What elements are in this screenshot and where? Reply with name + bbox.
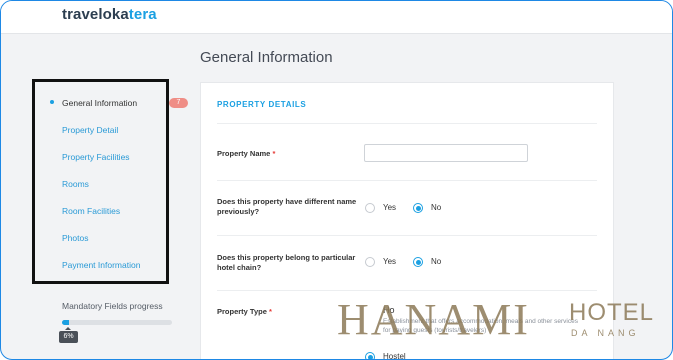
traveloka-tera-logo[interactable]: travelokatera [62,6,157,23]
hotel-chain-yes-label: Yes [383,257,397,266]
sidebar-item-room-facilities[interactable]: Room Facilities [62,206,120,216]
divider [217,290,597,291]
sidebar-item-property-facilities[interactable]: Property Facilities [62,152,130,162]
watermark-main-text: HANAMI [337,295,530,344]
sidebar-item-rooms[interactable]: Rooms [62,179,89,189]
hotel-chain-no-radio[interactable] [413,257,423,267]
divider [217,180,597,181]
progress-bar [62,320,172,325]
progress-tooltip: 6% [59,327,78,343]
different-name-yes-label: Yes [383,203,397,212]
sidebar-item-general-information[interactable]: General Information [62,98,137,108]
different-name-question: Does this property have different name p… [217,197,357,216]
property-type-hostel-label: Hostel [383,352,406,360]
logo-main-text: traveloka [62,6,129,23]
top-bar: travelokatera [1,1,672,34]
different-name-no-label: No [431,203,442,212]
page-title: General Information [200,49,333,66]
property-name-label-text: Property Name [217,149,271,158]
property-type-label-text: Property Type [217,307,267,316]
section-title: PROPERTY DETAILS [217,100,307,109]
property-type-label: Property Type * [217,307,357,317]
property-name-label: Property Name * [217,149,357,159]
hotel-chain-no-label: No [431,257,442,266]
divider [217,235,597,236]
sidebar-item-photos[interactable]: Photos [62,233,88,243]
hanami-hotel-watermark: HANAMI HOTEL DA NANG [337,298,667,348]
logo-accent-text: tera [128,6,157,23]
required-mark: * [268,307,272,316]
different-name-yes-radio[interactable] [365,203,375,213]
property-name-input[interactable] [364,144,528,162]
progress-bar-fill [62,320,69,325]
watermark-hotel-text: HOTEL [569,299,655,326]
progress-label: Mandatory Fields progress [62,301,163,311]
watermark-city-text: DA NANG [571,328,640,338]
sidebar-item-property-detail[interactable]: Property Detail [62,125,118,135]
property-type-hostel-radio[interactable] [365,352,375,359]
different-name-no-radio[interactable] [413,203,423,213]
hotel-chain-yes-radio[interactable] [365,257,375,267]
required-mark: * [272,149,276,158]
sidebar-nav [32,79,169,284]
app-window: travelokatera General Information Genera… [0,0,673,360]
pending-count-badge: 7 [169,98,188,108]
active-indicator-dot [50,100,54,104]
divider [217,123,597,124]
hotel-chain-question: Does this property belong to particular … [217,253,356,272]
sidebar-item-payment-information[interactable]: Payment Information [62,260,140,270]
